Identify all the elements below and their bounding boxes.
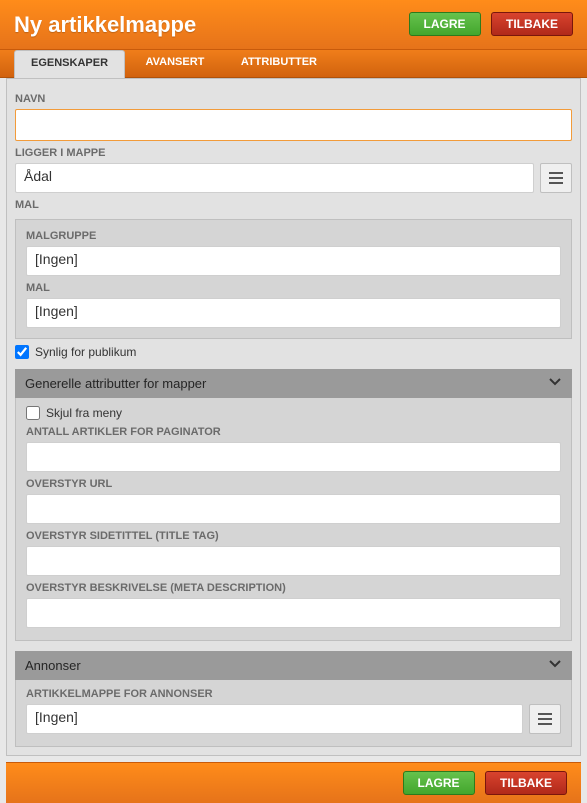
save-button-bottom[interactable]: LAGRE	[403, 771, 475, 795]
ads-section-header[interactable]: Annonser	[15, 651, 572, 680]
folder-select-button[interactable]	[540, 163, 572, 193]
ads-section-title: Annonser	[25, 658, 81, 673]
ads-folder-select-button[interactable]	[529, 704, 561, 734]
ligger-label: LIGGER I MAPPE	[15, 147, 572, 159]
url-label: OVERSTYR URL	[26, 478, 561, 490]
synlig-row: Synlig for publikum	[15, 345, 572, 359]
navn-input[interactable]	[15, 109, 572, 141]
ads-section-body: ARTIKKELMAPPE FOR ANNONSER [Ingen]	[15, 680, 572, 747]
tab-avansert[interactable]: AVANSERT	[129, 50, 220, 78]
paginator-input[interactable]	[26, 442, 561, 472]
chevron-down-icon	[548, 375, 562, 392]
form-body: NAVN LIGGER I MAPPE Ådal MAL MALGRUPPE […	[6, 78, 581, 756]
metadesc-label: OVERSTYR BESKRIVELSE (META DESCRIPTION)	[26, 582, 561, 594]
mal-panel: MALGRUPPE [Ingen] MAL [Ingen]	[15, 219, 572, 339]
metadesc-input[interactable]	[26, 598, 561, 628]
mal-label: MAL	[26, 282, 561, 294]
titletag-input[interactable]	[26, 546, 561, 576]
mal-select[interactable]: [Ingen]	[26, 298, 561, 328]
skjul-label: Skjul fra meny	[46, 406, 122, 420]
tab-bar: EGENSKAPER AVANSERT ATTRIBUTTER	[0, 50, 587, 78]
chevron-down-icon	[548, 657, 562, 674]
ligger-select[interactable]: Ådal	[15, 163, 534, 193]
paginator-label: ANTALL ARTIKLER FOR PAGINATOR	[26, 426, 561, 438]
general-section-header[interactable]: Generelle attributter for mapper	[15, 369, 572, 398]
titletag-label: OVERSTYR SIDETITTEL (TITLE TAG)	[26, 530, 561, 542]
page-header: Ny artikkelmappe LAGRE TILBAKE	[0, 0, 587, 50]
malgruppe-select[interactable]: [Ingen]	[26, 246, 561, 276]
skjul-checkbox[interactable]	[26, 406, 40, 420]
ads-mappe-select[interactable]: [Ingen]	[26, 704, 523, 734]
tab-attributter[interactable]: ATTRIBUTTER	[225, 50, 333, 78]
list-icon	[538, 713, 552, 725]
general-section-body: Skjul fra meny ANTALL ARTIKLER FOR PAGIN…	[15, 398, 572, 641]
page-footer: LAGRE TILBAKE	[6, 762, 581, 803]
synlig-label: Synlig for publikum	[35, 345, 136, 359]
back-button[interactable]: TILBAKE	[491, 12, 573, 36]
mal-section-label: MAL	[15, 199, 572, 211]
url-input[interactable]	[26, 494, 561, 524]
tab-egenskaper[interactable]: EGENSKAPER	[14, 50, 125, 78]
navn-label: NAVN	[15, 93, 572, 105]
header-actions: LAGRE TILBAKE	[403, 12, 573, 36]
ads-mappe-label: ARTIKKELMAPPE FOR ANNONSER	[26, 688, 561, 700]
malgruppe-label: MALGRUPPE	[26, 230, 561, 242]
general-section-title: Generelle attributter for mapper	[25, 376, 206, 391]
list-icon	[549, 172, 563, 184]
save-button[interactable]: LAGRE	[409, 12, 481, 36]
back-button-bottom[interactable]: TILBAKE	[485, 771, 567, 795]
synlig-checkbox[interactable]	[15, 345, 29, 359]
